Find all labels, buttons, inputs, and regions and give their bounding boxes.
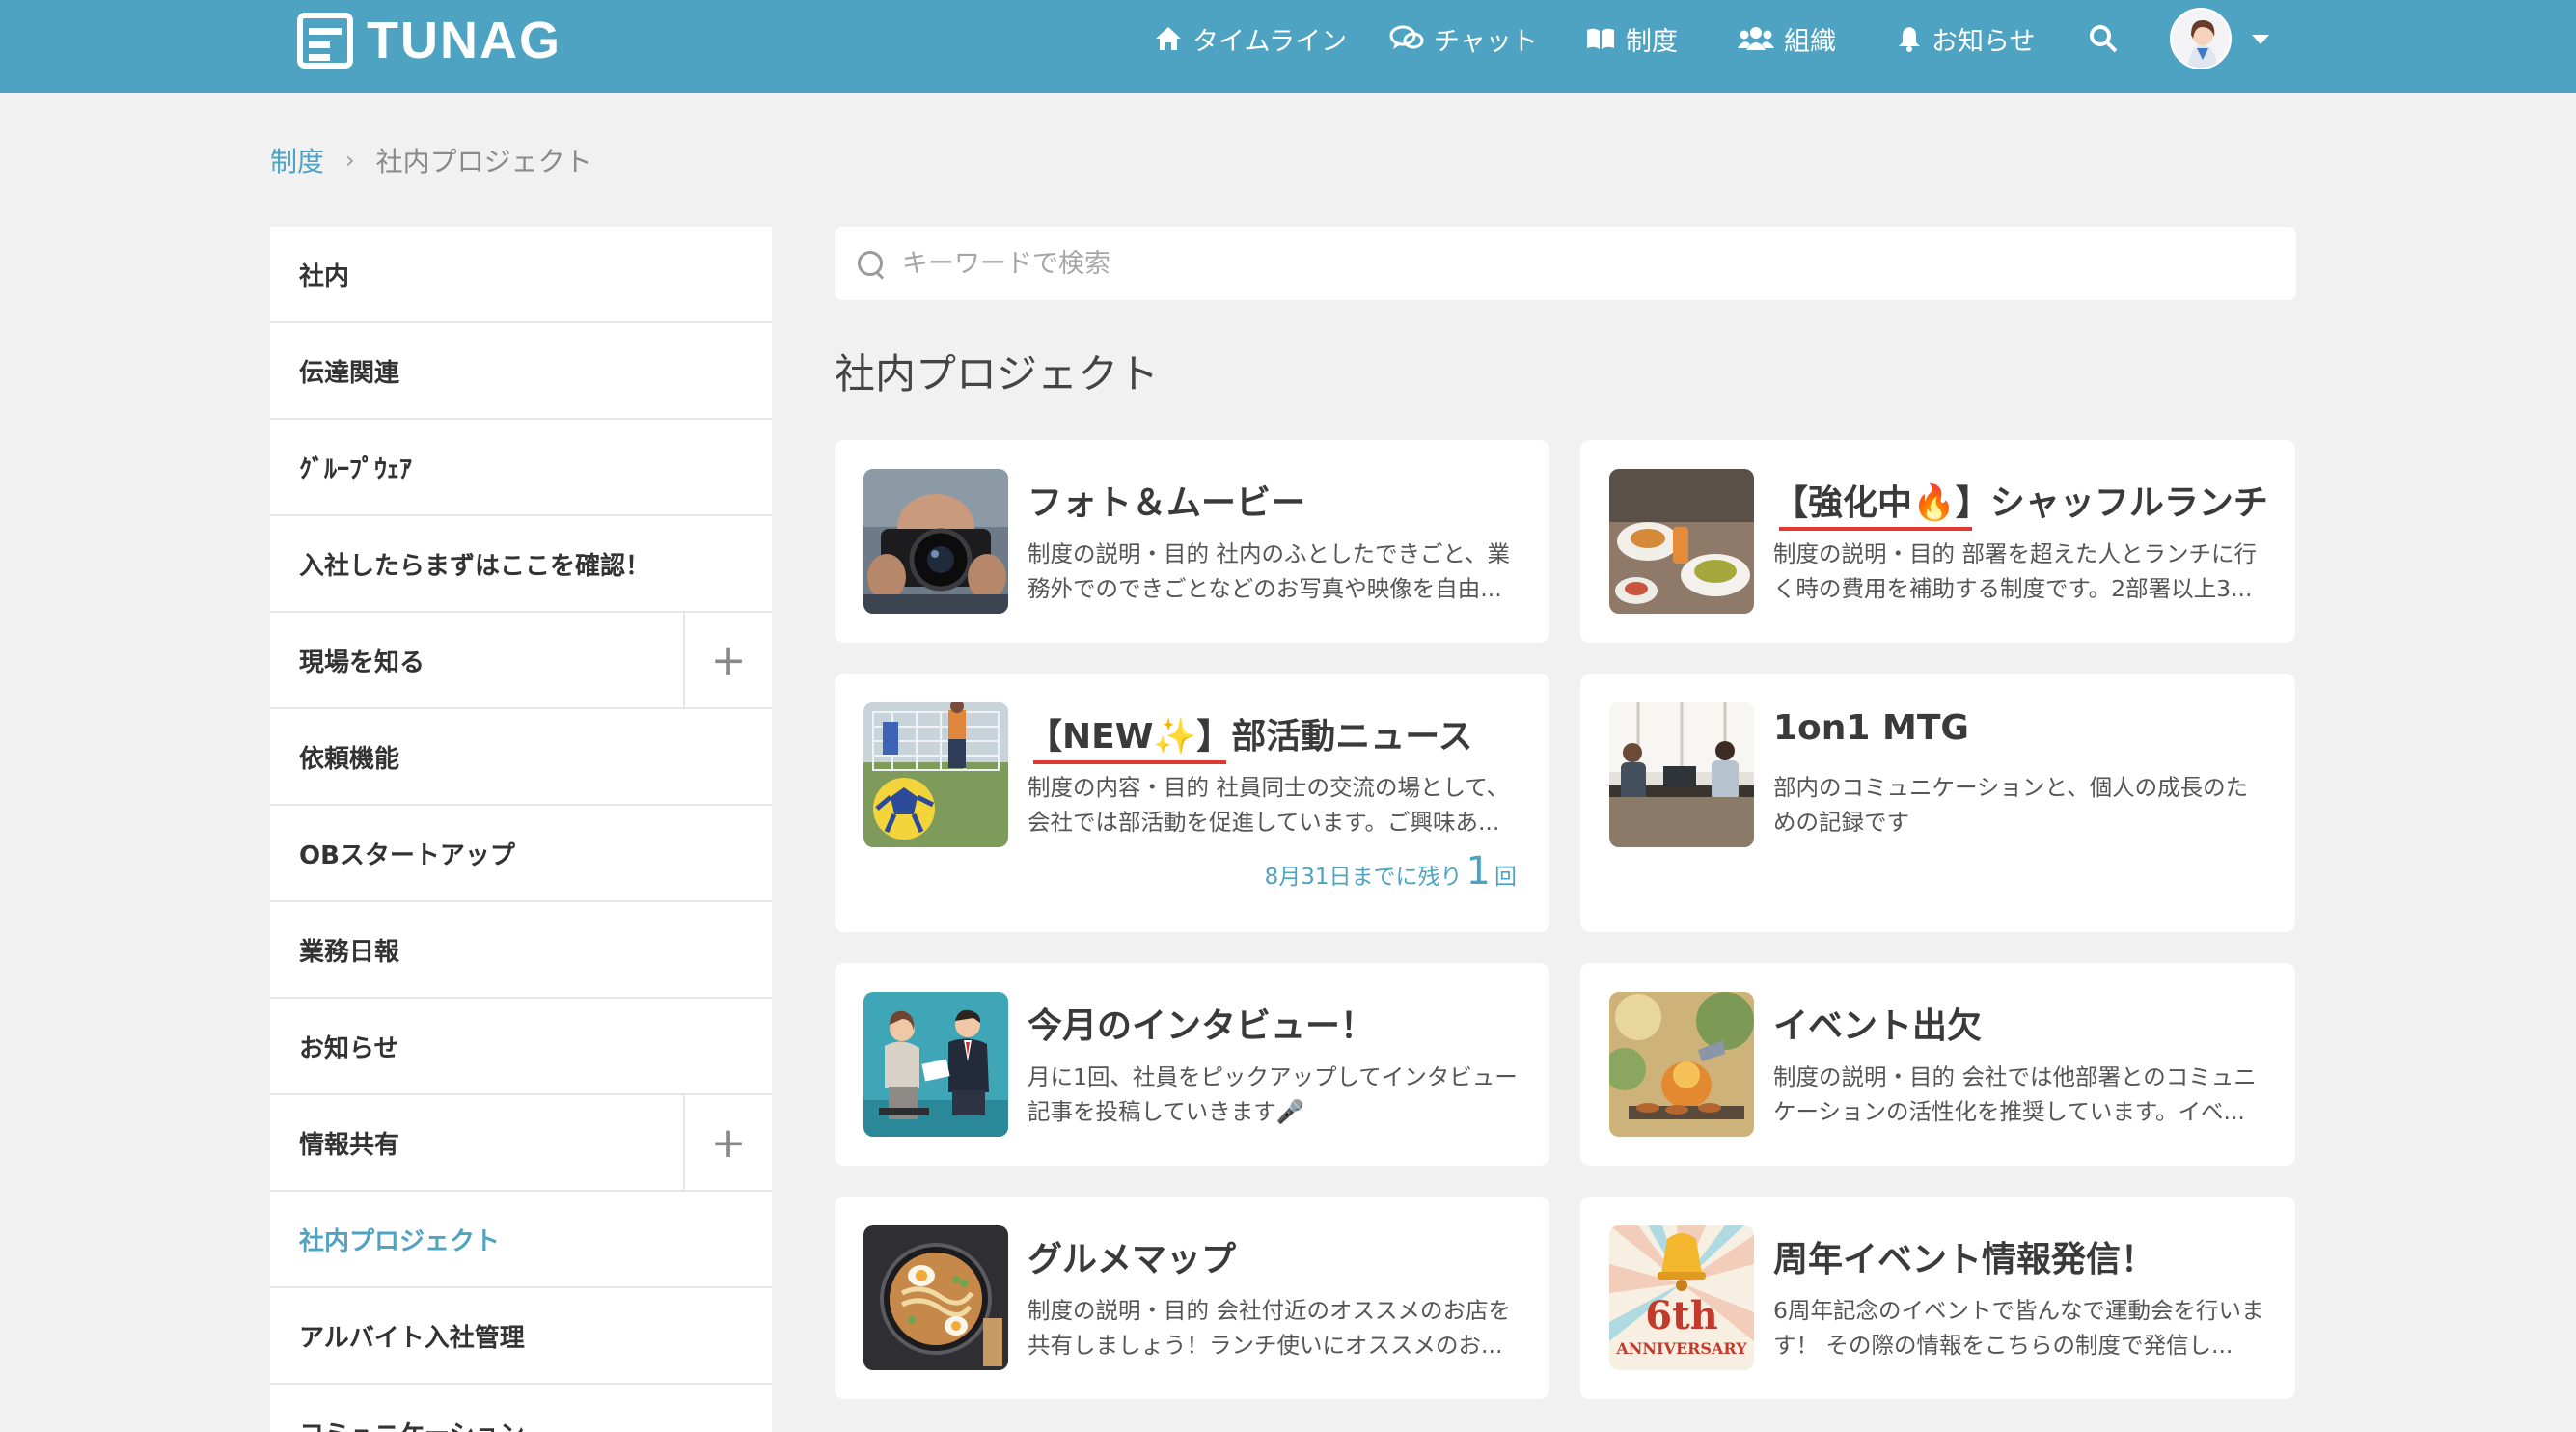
card-event-attendance[interactable]: イベント出欠 制度の説明・目的 会社では他部署とのコミュニケーションの活性化を推… [1580,963,2295,1166]
anniversary-thumb-number: 6th [1645,1293,1718,1338]
sidebar-item-label: 入社したらまずはここを確認！ [299,551,651,581]
sidebar-item-onboarding[interactable]: 入社したらまずはここを確認！ [270,516,772,613]
card-thumbnail-bbq [1609,992,1754,1137]
card-monthly-interview[interactable]: 今月のインタビュー！ 月に1回、社員をピックアップしてインタビュー記事を投稿して… [835,963,1549,1166]
sidebar-item-communication-related[interactable]: 伝達関連 [270,323,772,420]
card-title: フォト＆ムービー [1028,483,1306,523]
card-thumbnail-soccer [863,702,1008,847]
card-thumbnail-ramen [863,1225,1008,1370]
card-title: 【NEW✨】部活動ニュース [1028,708,1472,764]
remaining-count: 1 [1466,849,1491,894]
card-description: 制度の説明・目的 会社では他部署とのコミュニケーションの活性化を推奨しています。… [1773,1063,2257,1125]
nav-organization[interactable]: 組織 [1738,19,1836,58]
people-icon [1738,27,1774,50]
card-description: 制度の説明・目的 部署を超えた人とランチに行く時の費用を補助する制度です。2部署… [1773,540,2257,602]
top-navbar: TUNAG タイムライン チャット 制度 組織 お知らせ [0,0,2576,93]
sidebar-item-announcements[interactable]: お知らせ [270,999,772,1095]
nav-search[interactable] [2089,19,2118,58]
sidebar-item-info-sharing[interactable]: 情報共有 + [270,1095,772,1192]
card-description: 6周年記念のイベントで皆んなで運動会を行います！ その際の情報をこちらの制度で発… [1773,1297,2264,1359]
search-input[interactable] [902,248,2253,279]
nav-notifications[interactable]: お知らせ [1897,19,2035,58]
card-description: 月に1回、社員をピックアップしてインタビュー記事を投稿していきます🎤 [1028,1063,1518,1125]
sidebar-item-label: 社内プロジェクト [299,1226,501,1256]
nav-organization-label: 組織 [1784,26,1836,57]
sidebar-item-know-the-field[interactable]: 現場を知る + [270,613,772,709]
sidebar-item-label: 情報共有 [299,1130,400,1160]
account-menu-caret-icon[interactable] [2252,35,2269,44]
logo-icon [297,13,353,69]
nav-chat-label: チャット [1434,26,1538,57]
logo-text: TUNAG [367,12,562,69]
sidebar-item-label: 現場を知る [299,647,425,677]
sidebar-item-ob-startup[interactable]: OBスタートアップ [270,806,772,902]
card-shuffle-lunch[interactable]: 【強化中🔥】シャッフルランチ 制度の説明・目的 部署を超えた人とランチに行く時の… [1580,440,2295,643]
expand-plus-icon[interactable]: + [683,1095,772,1190]
card-gourmet-map[interactable]: グルメマップ 制度の説明・目的 会社付近のオススメのお店を共有しましょう！ランチ… [835,1197,1549,1399]
card-title: イベント出欠 [1773,1006,1983,1046]
sidebar-item-label: ｸﾞﾙｰﾌﾟｳｪｱ [299,454,413,484]
card-1on1-mtg[interactable]: 1on1 MTG 部内のコミュニケーションと、個人の成長のための記録です [1580,674,2295,932]
nav-timeline[interactable]: タイムライン [1154,19,1347,58]
remaining-suffix: 回 [1494,865,1517,890]
nav-system-label: 制度 [1626,26,1678,57]
expand-plus-icon[interactable]: + [683,613,772,707]
breadcrumb: 制度 › 社内プロジェクト [270,141,592,179]
sidebar-item-label: アルバイト入社管理 [299,1323,525,1353]
sidebar: 社内 伝達関連 ｸﾞﾙｰﾌﾟｳｪｱ 入社したらまずはここを確認！ 現場を知る + … [270,227,772,1432]
sidebar-item-label: OBスタートアップ [299,840,515,870]
sidebar-item-groupware[interactable]: ｸﾞﾙｰﾌﾟｳｪｱ [270,420,772,516]
avatar-image [2172,10,2230,68]
card-title: グルメマップ [1028,1240,1237,1280]
anniversary-thumb-label: ANNIVERSARY [1616,1339,1747,1358]
card-title: 【強化中🔥】シャッフルランチ [1773,475,2268,531]
card-thumbnail-meeting [1609,702,1754,847]
card-thumbnail-camera [863,469,1008,614]
search-icon [856,249,885,278]
remaining-count-badge: 8月31日までに残り 1 回 [1265,849,1517,894]
sidebar-item-internal[interactable]: 社内 [270,227,772,323]
nav-notifications-label: お知らせ [1932,26,2036,57]
book-icon [1587,28,1614,49]
card-thumbnail-lunch [1609,469,1754,614]
search-icon [2090,25,2118,53]
home-icon [1156,27,1181,50]
sidebar-item-communication[interactable]: コミュニケーション [270,1385,772,1432]
user-avatar[interactable] [2170,8,2232,69]
card-club-news[interactable]: 【NEW✨】部活動ニュース 制度の内容・目的 社員同士の交流の場として、会社では… [835,674,1549,932]
card-title: 1on1 MTG [1773,708,1969,748]
chat-icon [1389,25,1424,49]
card-thumbnail-anniversary: 6th ANNIVERSARY [1609,1225,1754,1370]
bell-icon [1899,27,1920,52]
page-title: 社内プロジェクト [835,350,1160,398]
card-description: 制度の説明・目的 社内のふとしたできごと、業務外でのできごとなどのお写真や映像を… [1028,540,1511,602]
card-photo-movie[interactable]: フォト＆ムービー 制度の説明・目的 社内のふとしたできごと、業務外でのできごとな… [835,440,1549,643]
breadcrumb-link-system[interactable]: 制度 [270,141,324,179]
sidebar-item-internal-projects[interactable]: 社内プロジェクト [270,1192,772,1288]
nav-timeline-label: タイムライン [1192,26,1348,57]
sidebar-item-label: 業務日報 [299,937,400,967]
logo[interactable]: TUNAG [297,12,562,69]
sidebar-item-label: お知らせ [299,1033,399,1063]
card-thumbnail-interview [863,992,1008,1137]
card-anniversary-event[interactable]: 6th ANNIVERSARY 周年イベント情報発信！ 6周年記念のイベントで皆… [1580,1197,2295,1399]
card-description: 制度の説明・目的 会社付近のオススメのお店を共有しましょう！ランチ使いにオススメ… [1028,1297,1511,1359]
sidebar-item-label: 伝達関連 [299,358,400,388]
sidebar-item-label: 社内 [299,262,350,291]
remaining-prefix: 8月31日までに残り [1264,865,1463,890]
sidebar-item-label: 依頼機能 [299,744,400,774]
card-description: 部内のコミュニケーションと、個人の成長のための記録です [1773,774,2249,836]
card-title: 周年イベント情報発信！ [1773,1240,2156,1280]
card-title: 今月のインタビュー！ [1028,1006,1376,1046]
nav-system[interactable]: 制度 [1585,19,1678,58]
chevron-right-icon: › [345,147,355,174]
sidebar-item-daily-report[interactable]: 業務日報 [270,902,772,999]
card-description: 制度の内容・目的 社員同士の交流の場として、会社では部活動を促進しています。ご興… [1028,774,1510,836]
sidebar-item-part-time-onboarding[interactable]: アルバイト入社管理 [270,1288,772,1385]
breadcrumb-current: 社内プロジェクト [375,146,592,178]
sidebar-item-label: コミュニケーション [299,1415,524,1432]
sidebar-item-request[interactable]: 依頼機能 [270,709,772,806]
search-box[interactable] [835,227,2296,300]
nav-chat[interactable]: チャット [1389,19,1538,58]
